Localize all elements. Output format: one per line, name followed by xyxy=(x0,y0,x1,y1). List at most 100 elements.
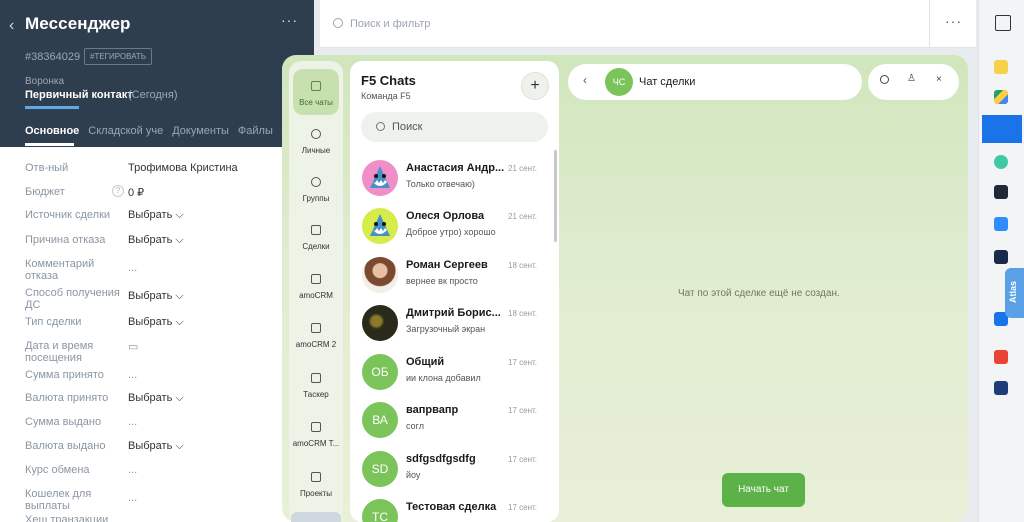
field-input[interactable]: ... xyxy=(128,262,137,274)
field-select[interactable]: Выбрать ⌵ xyxy=(128,234,184,247)
nav-deals[interactable]: Сделки xyxy=(289,225,343,251)
chat-name: Дмитрий Борис... xyxy=(406,307,501,319)
field-input[interactable]: ... xyxy=(128,369,137,381)
nav-label: amoCRM 2 xyxy=(295,340,337,349)
chat-name: Общий xyxy=(406,356,445,368)
chat-item[interactable]: Олеся Орлова 21 сент. Доброе утро) хорош… xyxy=(362,208,546,248)
field-label: Причина отказа xyxy=(25,234,106,246)
tab-documents[interactable]: Документы xyxy=(172,125,229,137)
deals-icon xyxy=(311,225,321,235)
nav-label: Группы xyxy=(302,194,330,203)
nav-label: amoCRM T... xyxy=(292,439,340,448)
chat-last-message: Загрузочный экран xyxy=(406,324,486,334)
back-chevron-icon[interactable]: ‹ xyxy=(583,73,587,87)
toolbar-more-button[interactable]: ··· xyxy=(945,13,962,29)
field-label: Сумма принято xyxy=(25,369,104,381)
team-name: Команда F5 xyxy=(361,91,411,101)
nav-all-chats[interactable]: Все чаты xyxy=(293,69,339,115)
nav-amocrm-2[interactable]: amoCRM 2 xyxy=(289,323,343,349)
field-value[interactable]: 0 ₽ xyxy=(128,186,144,199)
chat-list-scrollbar[interactable] xyxy=(554,150,557,242)
new-window-icon[interactable] xyxy=(995,15,1011,31)
new-chat-button[interactable]: + xyxy=(521,72,549,100)
tab-warehouse[interactable]: Складской уче xyxy=(88,125,163,137)
field-label: Дата и время посещения xyxy=(25,340,94,364)
field-input[interactable]: ... xyxy=(128,464,137,476)
nav-tasker[interactable]: Таскер xyxy=(289,373,343,399)
calendar-app-icon[interactable] xyxy=(994,350,1008,364)
field-select[interactable]: Выбрать ⌵ xyxy=(128,290,184,303)
person-icon xyxy=(311,129,321,139)
nav-projects[interactable]: Проекты xyxy=(289,472,343,498)
chat-last-message: согл xyxy=(406,421,424,431)
field-label: Кошелек для выплаты xyxy=(25,488,92,512)
field-value[interactable]: Трофимова Кристина xyxy=(128,162,238,174)
field-label: Сумма выдано xyxy=(25,416,102,428)
gear-icon[interactable] xyxy=(994,155,1008,169)
crm-header: ‹ Мессенджер ··· #38364029 #ТЕГИРОВАТЬ В… xyxy=(0,0,314,147)
chat-item[interactable]: SD sdfgsdfgsdfg 17 сент. йоу xyxy=(362,451,546,491)
zoom-icon[interactable] xyxy=(994,217,1008,231)
chat-date: 18 сент. xyxy=(508,261,537,270)
search-icon[interactable] xyxy=(880,75,889,84)
chat-item[interactable]: ОБ Общий 17 сент. ии клона добавил xyxy=(362,354,546,394)
chat-item[interactable]: ТС Тестовая сделка 17 сент. xyxy=(362,499,546,522)
funnel-label: Воронка xyxy=(25,76,65,87)
chat-item[interactable]: Роман Сергеев 18 сент. вернее вк просто xyxy=(362,257,546,297)
avatar: ТС xyxy=(362,499,398,522)
start-chat-button[interactable]: Начать чат xyxy=(722,473,805,507)
tab-files[interactable]: Файлы xyxy=(238,125,273,137)
field-select[interactable]: Выбрать ⌵ xyxy=(128,316,184,329)
field-input[interactable]: ... xyxy=(128,416,137,428)
empty-chat-note: Чат по этой сделке ещё не создан. xyxy=(678,288,840,299)
tag-button[interactable]: #ТЕГИРОВАТЬ xyxy=(84,48,153,65)
field-select[interactable]: Выбрать ⌵ xyxy=(128,209,184,222)
search-filter-input[interactable]: Поиск и фильтр xyxy=(350,18,430,30)
chat-search-input[interactable] xyxy=(361,112,548,142)
active-app-tab[interactable] xyxy=(982,115,1022,143)
chat-item[interactable]: ВА вапрвапр 17 сент. согл xyxy=(362,402,546,442)
home-icon xyxy=(311,81,321,91)
nav-label: Сделки xyxy=(302,242,330,251)
calendar-icon[interactable]: ▭ xyxy=(128,340,138,353)
app-icon[interactable] xyxy=(994,250,1008,264)
nav-personal[interactable]: Личные xyxy=(289,129,343,155)
avatar: ВА xyxy=(362,402,398,438)
chat-name: sdfgsdfgsdfg xyxy=(406,453,476,465)
group-icon xyxy=(311,177,321,187)
nav-label: Проекты xyxy=(299,489,333,498)
chat-name: Тестовая сделка xyxy=(406,501,497,513)
chat-last-message: йоу xyxy=(406,470,421,480)
nav-label: Все чаты xyxy=(299,98,333,107)
field-input[interactable]: ... xyxy=(128,492,137,504)
stage-selector[interactable]: Первичный контакт xyxy=(25,89,133,101)
nav-groups[interactable]: Группы xyxy=(289,177,343,203)
nav-amocrm-t[interactable]: amoCRM T... xyxy=(289,422,343,448)
field-select[interactable]: Выбрать ⌵ xyxy=(128,440,184,453)
close-icon[interactable]: × xyxy=(936,74,942,85)
chat-search-placeholder: Поиск xyxy=(392,121,423,133)
notes-icon[interactable] xyxy=(994,60,1008,74)
projects-icon xyxy=(311,472,321,482)
more-menu-button[interactable]: ··· xyxy=(281,12,298,28)
calendar-icon[interactable] xyxy=(994,381,1008,395)
google-drive-icon[interactable] xyxy=(994,90,1008,104)
avatar xyxy=(362,160,398,196)
help-icon[interactable]: ? xyxy=(112,185,124,197)
nav-amocrm[interactable]: amoCRM xyxy=(289,274,343,300)
tab-main[interactable]: Основное xyxy=(25,125,79,137)
stage-date: (Сегодня) xyxy=(128,89,178,101)
chat-item[interactable]: Дмитрий Борис... 18 сент. Загрузочный эк… xyxy=(362,305,546,345)
nav-profile-button[interactable] xyxy=(291,512,341,522)
field-label: Курс обмена xyxy=(25,464,90,476)
chat-item[interactable]: Анастасия Андр... 21 сент. Только отвеча… xyxy=(362,160,546,200)
field-select[interactable]: Выбрать ⌵ xyxy=(128,392,184,405)
chat-app-icon[interactable] xyxy=(994,185,1008,199)
atlas-tab[interactable]: Atlas xyxy=(1005,268,1024,318)
chat-date: 17 сент. xyxy=(508,406,537,415)
atlas-label: Atlas xyxy=(1008,280,1018,303)
back-chevron-icon[interactable]: ‹ xyxy=(9,17,14,35)
person-icon[interactable]: ♙ xyxy=(907,73,916,84)
chat-date: 17 сент. xyxy=(508,503,537,512)
chat-last-message: вернее вк просто xyxy=(406,276,478,286)
